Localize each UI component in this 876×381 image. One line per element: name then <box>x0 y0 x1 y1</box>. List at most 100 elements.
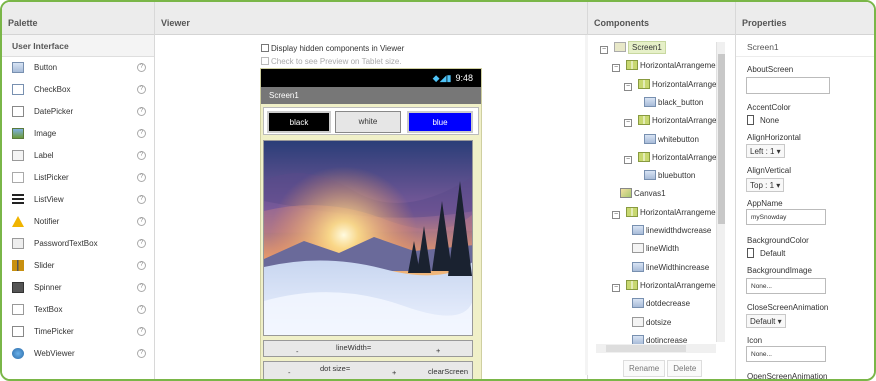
collapse-toggle-icon[interactable]: − <box>624 155 632 164</box>
blue-button[interactable]: blue <box>407 111 473 133</box>
button-icon <box>632 261 644 272</box>
background-image-picker[interactable]: None... <box>746 278 826 294</box>
help-icon[interactable]: ? <box>137 327 146 336</box>
palette-item-slider[interactable]: Slider? <box>2 255 154 277</box>
palette-item-label: TimePicker <box>34 327 74 336</box>
help-icon[interactable]: ? <box>137 261 146 270</box>
background-color-label: BackgroundColor <box>747 236 809 245</box>
help-icon[interactable]: ? <box>137 349 146 358</box>
tree-node-dotsize[interactable]: dotsize <box>624 316 671 335</box>
components-header: Components <box>588 2 735 35</box>
phone-preview: ◆◢▮ 9:48 Screen1 black white blue - line… <box>260 68 482 379</box>
listview-icon <box>12 194 24 205</box>
help-icon[interactable]: ? <box>137 195 146 204</box>
scrollbar-thumb[interactable] <box>718 54 725 224</box>
help-icon[interactable]: ? <box>137 217 146 226</box>
icon-picker[interactable]: None... <box>746 346 826 362</box>
checkbox-box[interactable] <box>261 44 269 52</box>
help-icon[interactable]: ? <box>137 85 146 94</box>
tree-vertical-scrollbar[interactable] <box>716 42 725 342</box>
display-hidden-checkbox[interactable]: Display hidden components in Viewer <box>261 44 404 53</box>
align-vertical-dropdown[interactable]: Top : 1 ▾ <box>746 178 785 192</box>
palette-item-label: PasswordTextBox <box>34 239 98 248</box>
dot-size-increase-button[interactable]: + <box>392 368 396 377</box>
rename-button[interactable]: Rename <box>623 360 666 377</box>
tablet-preview-checkbox[interactable]: Check to see Preview on Tablet size. <box>261 57 402 66</box>
properties-header: Properties <box>736 2 874 35</box>
components-panel: Components − Screen1 − HorizontalArrangemen… <box>588 2 736 379</box>
palette-item-image[interactable]: Image? <box>2 123 154 145</box>
accent-color-picker[interactable]: None <box>747 115 779 125</box>
checkbox-box[interactable] <box>261 57 269 65</box>
palette-item-checkbox[interactable]: CheckBox? <box>2 79 154 101</box>
tree-node-label: black_button <box>658 97 704 107</box>
tree-node-linewidth[interactable]: lineWidth <box>624 243 679 261</box>
tree-node-whitebutton[interactable]: whitebutton <box>636 133 699 152</box>
palette-item-label: Image <box>34 129 57 138</box>
help-icon[interactable]: ? <box>137 63 146 72</box>
collapse-toggle-icon[interactable]: − <box>600 46 608 54</box>
tree-horizontal-scrollbar[interactable] <box>596 344 716 353</box>
palette-item-textbox[interactable]: TextBox? <box>2 299 154 321</box>
help-icon[interactable]: ? <box>137 129 146 138</box>
help-icon[interactable]: ? <box>137 305 146 314</box>
dot-size-decrease-button[interactable]: - <box>288 368 291 377</box>
color-swatch[interactable] <box>747 115 754 125</box>
tree-node-horizontalarrangem[interactable]: − HorizontalArrangem <box>624 151 723 170</box>
tree-node-black_button[interactable]: black_button <box>636 96 704 115</box>
collapse-toggle-icon[interactable]: − <box>612 283 620 292</box>
palette-item-datepicker[interactable]: DatePicker? <box>2 101 154 123</box>
tree-node-horizontalarrangem[interactable]: − HorizontalArrangem <box>624 115 723 133</box>
app-name-input[interactable]: mySnowday <box>746 209 826 225</box>
help-icon[interactable]: ? <box>137 173 146 182</box>
tree-node-canvas1[interactable]: Canvas1 <box>612 188 666 206</box>
tree-node-bluebutton[interactable]: bluebutton <box>636 170 695 188</box>
delete-button[interactable]: Delete <box>667 360 703 377</box>
help-icon[interactable]: ? <box>137 283 146 292</box>
tree-node-label: lineWidth <box>646 244 679 254</box>
about-screen-input[interactable] <box>746 77 830 94</box>
black-button[interactable]: black <box>267 111 331 133</box>
help-icon[interactable]: ? <box>137 107 146 116</box>
properties-panel: Properties Screen1 AboutScreen AccentCol… <box>736 2 874 379</box>
palette-item-listpicker[interactable]: ListPicker? <box>2 167 154 189</box>
canvas-snowy-sunset[interactable] <box>263 140 473 336</box>
line-width-increase-button[interactable]: + <box>436 346 440 355</box>
close-screen-animation-dropdown[interactable]: Default ▾ <box>746 314 786 328</box>
tree-node-linewidthdwcrease[interactable]: linewidthdwcrease <box>624 225 711 243</box>
tree-node-horizontalarrangemen[interactable]: − HorizontalArrangemen <box>612 279 720 298</box>
tree-node-horizontalarrangemen[interactable]: − HorizontalArrangemen <box>612 60 720 78</box>
tree-node-screen1[interactable]: − Screen1 <box>600 41 666 60</box>
display-hidden-label: Display hidden components in Viewer <box>271 44 405 53</box>
collapse-toggle-icon[interactable]: − <box>612 210 620 219</box>
palette-category-user-interface[interactable]: User Interface <box>2 35 154 57</box>
palette-item-label: ListPicker <box>34 173 69 182</box>
collapse-toggle-icon[interactable]: − <box>612 64 620 73</box>
palette-item-label[interactable]: Label? <box>2 145 154 167</box>
tree-node-horizontalarrangemen[interactable]: − HorizontalArrangemen <box>612 206 720 225</box>
tree-node-linewidthincrease[interactable]: lineWidthincrease <box>624 261 709 280</box>
background-color-picker[interactable]: Default <box>747 248 785 258</box>
palette-item-spinner[interactable]: Spinner? <box>2 277 154 299</box>
tree-node-dotdecrease[interactable]: dotdecrease <box>624 298 690 316</box>
align-horizontal-dropdown[interactable]: Left : 1 ▾ <box>746 144 785 158</box>
palette-item-listview[interactable]: ListView? <box>2 189 154 211</box>
collapse-toggle-icon[interactable]: − <box>624 119 632 128</box>
scrollbar-thumb[interactable] <box>606 345 686 352</box>
accent-color-label: AccentColor <box>747 103 791 112</box>
palette-item-notifier[interactable]: Notifier? <box>2 211 154 233</box>
palette-item-timepicker[interactable]: TimePicker? <box>2 321 154 343</box>
slider-icon <box>12 260 24 271</box>
help-icon[interactable]: ? <box>137 151 146 160</box>
collapse-toggle-icon[interactable]: − <box>624 82 632 91</box>
palette-item-passwordtextbox[interactable]: PasswordTextBox? <box>2 233 154 255</box>
color-swatch[interactable] <box>747 248 754 258</box>
palette-item-label: Notifier <box>34 217 60 226</box>
white-button[interactable]: white <box>335 111 401 133</box>
line-width-decrease-button[interactable]: - <box>296 347 299 356</box>
clear-screen-button[interactable]: clearScreen <box>428 367 468 376</box>
tree-node-horizontalarrangem[interactable]: − HorizontalArrangem <box>624 78 723 97</box>
help-icon[interactable]: ? <box>137 239 146 248</box>
palette-item-button[interactable]: Button? <box>2 57 154 79</box>
palette-item-webviewer[interactable]: WebViewer? <box>2 343 154 365</box>
